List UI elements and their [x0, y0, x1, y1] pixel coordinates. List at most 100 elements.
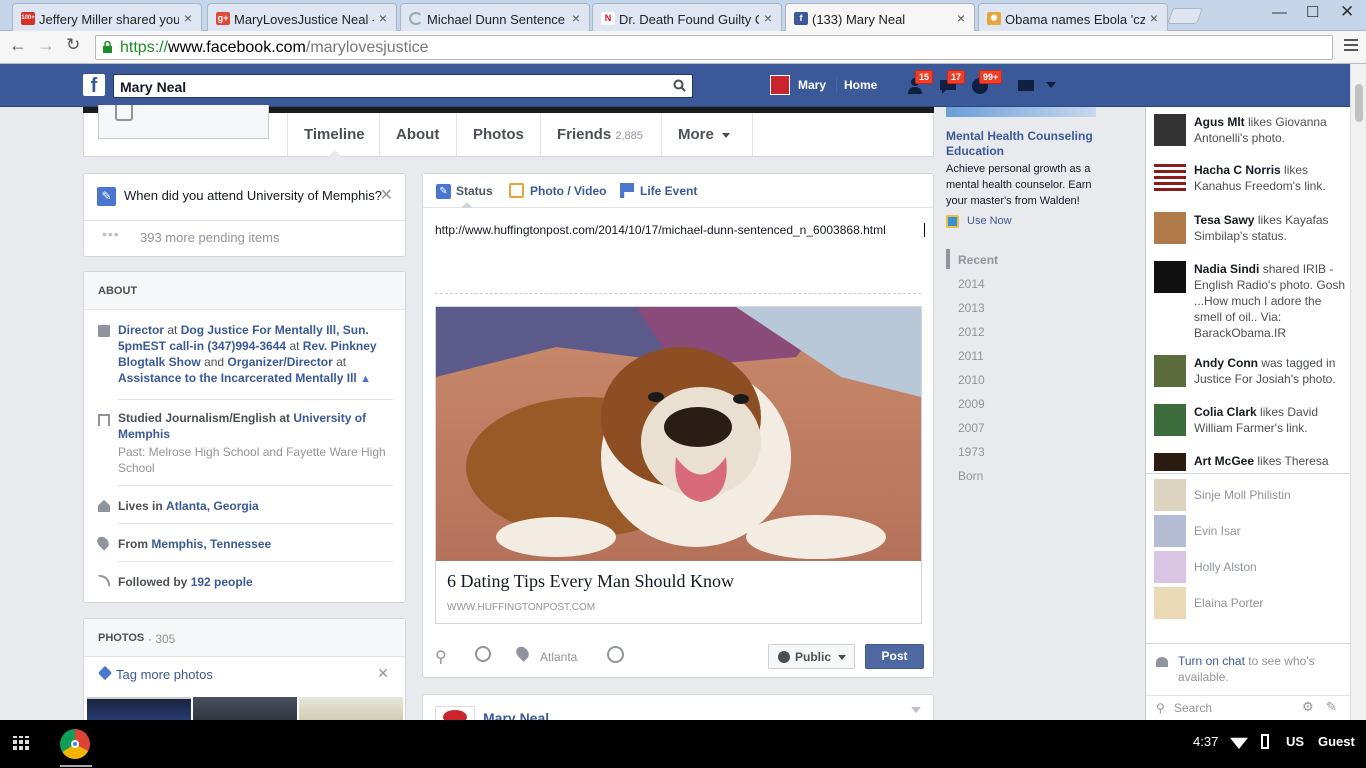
- privacy-shortcuts-icon[interactable]: [1018, 80, 1034, 91]
- ad-cta-link[interactable]: Use Now: [967, 215, 1012, 227]
- work-title-2-link[interactable]: Organizer/Director: [227, 355, 332, 369]
- tab-photo-video[interactable]: Photo / Video: [530, 184, 606, 198]
- question-text[interactable]: When did you attend University of Memphi…: [124, 188, 382, 203]
- scrollbar-thumb[interactable]: [1355, 84, 1363, 122]
- year-link[interactable]: 2013: [958, 301, 985, 315]
- year-link[interactable]: 2014: [958, 277, 985, 291]
- photos-heading[interactable]: PHOTOS: [98, 632, 144, 644]
- tab-status[interactable]: Status: [456, 184, 493, 198]
- chat-contact[interactable]: Sinje Moll Philistin: [1154, 479, 1346, 511]
- post-button[interactable]: Post: [865, 644, 924, 669]
- tab-about[interactable]: About: [379, 113, 455, 156]
- tab-life-event[interactable]: Life Event: [640, 184, 697, 198]
- user-label[interactable]: Guest: [1318, 734, 1355, 749]
- forward-icon[interactable]: →: [37, 35, 55, 56]
- browser-tab[interactable]: Michael Dunn Sentence ×: [400, 3, 590, 31]
- chrome-menu-icon[interactable]: [1344, 39, 1358, 54]
- link-title[interactable]: 6 Dating Tips Every Man Should Know: [447, 571, 734, 592]
- compose-icon[interactable]: ✎: [1326, 699, 1337, 715]
- feeling-icon[interactable]: [607, 646, 624, 663]
- close-tab-icon[interactable]: ×: [957, 10, 965, 26]
- chat-contact[interactable]: Holly Alston: [1154, 551, 1346, 583]
- friend-requests-button[interactable]: 15: [905, 70, 934, 97]
- ticker-story[interactable]: Art McGee likes Theresa: [1154, 453, 1346, 471]
- year-born[interactable]: Born: [958, 469, 983, 483]
- work-place-3-link[interactable]: Assistance to the Incarcerated Mentally …: [118, 371, 357, 385]
- gear-icon[interactable]: ⚙: [1302, 699, 1314, 715]
- year-link[interactable]: 2011: [958, 349, 984, 363]
- profile-link[interactable]: Mary: [798, 78, 826, 92]
- year-link[interactable]: 2010: [958, 373, 985, 387]
- pending-items-link[interactable]: 393 more pending items: [140, 230, 279, 245]
- home-link[interactable]: Home: [844, 78, 877, 92]
- from-link[interactable]: Memphis, Tennessee: [151, 537, 271, 551]
- year-link[interactable]: 2009: [958, 397, 985, 411]
- account-menu-icon[interactable]: [1046, 82, 1056, 88]
- avatar: [1154, 212, 1186, 244]
- facebook-logo-icon[interactable]: f: [83, 74, 105, 97]
- chat-contact[interactable]: Evin Isar: [1154, 515, 1346, 547]
- wifi-icon[interactable]: [1230, 737, 1248, 749]
- divider: [1146, 473, 1350, 474]
- browser-tab[interactable]: g+ MaryLovesJustice Neal - ×: [207, 3, 397, 31]
- page-scrollbar[interactable]: [1350, 64, 1366, 720]
- chat-contact[interactable]: Elaina Porter: [1154, 587, 1346, 619]
- turn-on-chat-link[interactable]: Turn on chat: [1178, 654, 1245, 668]
- chat-search-input[interactable]: Search: [1174, 701, 1212, 715]
- reload-icon[interactable]: ↻: [66, 35, 80, 55]
- notifications-button[interactable]: 99+: [969, 70, 1003, 97]
- tab-friends[interactable]: Friends 2,885: [540, 113, 659, 156]
- tab-timeline[interactable]: Timeline: [287, 113, 381, 157]
- close-tab-icon[interactable]: ×: [764, 10, 772, 26]
- link-preview-card[interactable]: 6 Dating Tips Every Man Should Know WWW.…: [435, 306, 922, 624]
- close-tab-icon[interactable]: ×: [184, 10, 192, 26]
- battery-icon[interactable]: [1261, 734, 1269, 749]
- maximize-icon[interactable]: ☐: [1306, 3, 1319, 21]
- location-value[interactable]: Atlanta: [540, 650, 577, 664]
- year-link[interactable]: 2012: [958, 325, 985, 339]
- close-tab-icon[interactable]: ×: [1150, 10, 1158, 26]
- clock-icon[interactable]: [475, 646, 491, 662]
- work-title-link[interactable]: Director: [118, 323, 164, 337]
- address-bar[interactable]: https://www.facebook.com/marylovesjustic…: [95, 35, 1333, 60]
- browser-tab[interactable]: ✹ Obama names Ebola 'cz ×: [978, 3, 1168, 31]
- dismiss-icon[interactable]: ✕: [377, 665, 389, 682]
- browser-tab[interactable]: N Dr. Death Found Guilty O ×: [592, 3, 782, 31]
- close-tab-icon[interactable]: ×: [572, 10, 580, 26]
- clock[interactable]: 4:37: [1193, 734, 1218, 749]
- back-icon[interactable]: ←: [9, 35, 27, 56]
- followers-link[interactable]: 192 people: [191, 575, 253, 589]
- search-input[interactable]: Mary Neal: [113, 74, 693, 98]
- input-language[interactable]: US: [1286, 734, 1304, 749]
- minimize-icon[interactable]: —: [1272, 4, 1287, 21]
- profile-picture[interactable]: [98, 105, 269, 139]
- year-recent[interactable]: Recent: [958, 253, 998, 267]
- camera-icon[interactable]: [115, 105, 133, 121]
- browser-tab[interactable]: 100+ Jeffery Miller shared you ×: [12, 3, 202, 31]
- messages-button[interactable]: 17: [937, 70, 966, 97]
- more-dots-icon: •••: [102, 226, 120, 242]
- tab-photos[interactable]: Photos: [456, 113, 540, 156]
- avatar[interactable]: [770, 75, 790, 95]
- dismiss-icon[interactable]: ✕: [380, 185, 393, 205]
- ad-title[interactable]: Mental Health Counseling Education: [946, 129, 1096, 159]
- lives-link[interactable]: Atlanta, Georgia: [166, 499, 259, 513]
- tab-more[interactable]: More: [661, 113, 753, 156]
- link-preview-image[interactable]: [436, 307, 921, 561]
- studied-text: Studied Journalism/English at: [118, 411, 291, 425]
- tag-photos-link[interactable]: Tag more photos: [116, 667, 213, 682]
- close-window-icon[interactable]: ✕: [1340, 2, 1354, 22]
- status-textarea[interactable]: http://www.huffingtonpost.com/2014/10/17…: [435, 223, 925, 237]
- close-tab-icon[interactable]: ×: [379, 10, 387, 26]
- audience-selector[interactable]: Public: [768, 644, 855, 669]
- year-link[interactable]: 1973: [958, 445, 985, 459]
- tag-friends-icon[interactable]: ⚲: [435, 647, 451, 666]
- ad-image[interactable]: [946, 107, 1096, 117]
- app-launcher-icon[interactable]: [13, 736, 29, 752]
- search-icon[interactable]: [673, 79, 686, 92]
- location-pin-icon[interactable]: [513, 644, 532, 662]
- chevron-down-icon[interactable]: [911, 707, 921, 713]
- browser-tab-active[interactable]: f (133) Mary Neal ×: [785, 3, 975, 32]
- new-tab-button[interactable]: [1167, 8, 1203, 24]
- year-link[interactable]: 2007: [958, 421, 985, 435]
